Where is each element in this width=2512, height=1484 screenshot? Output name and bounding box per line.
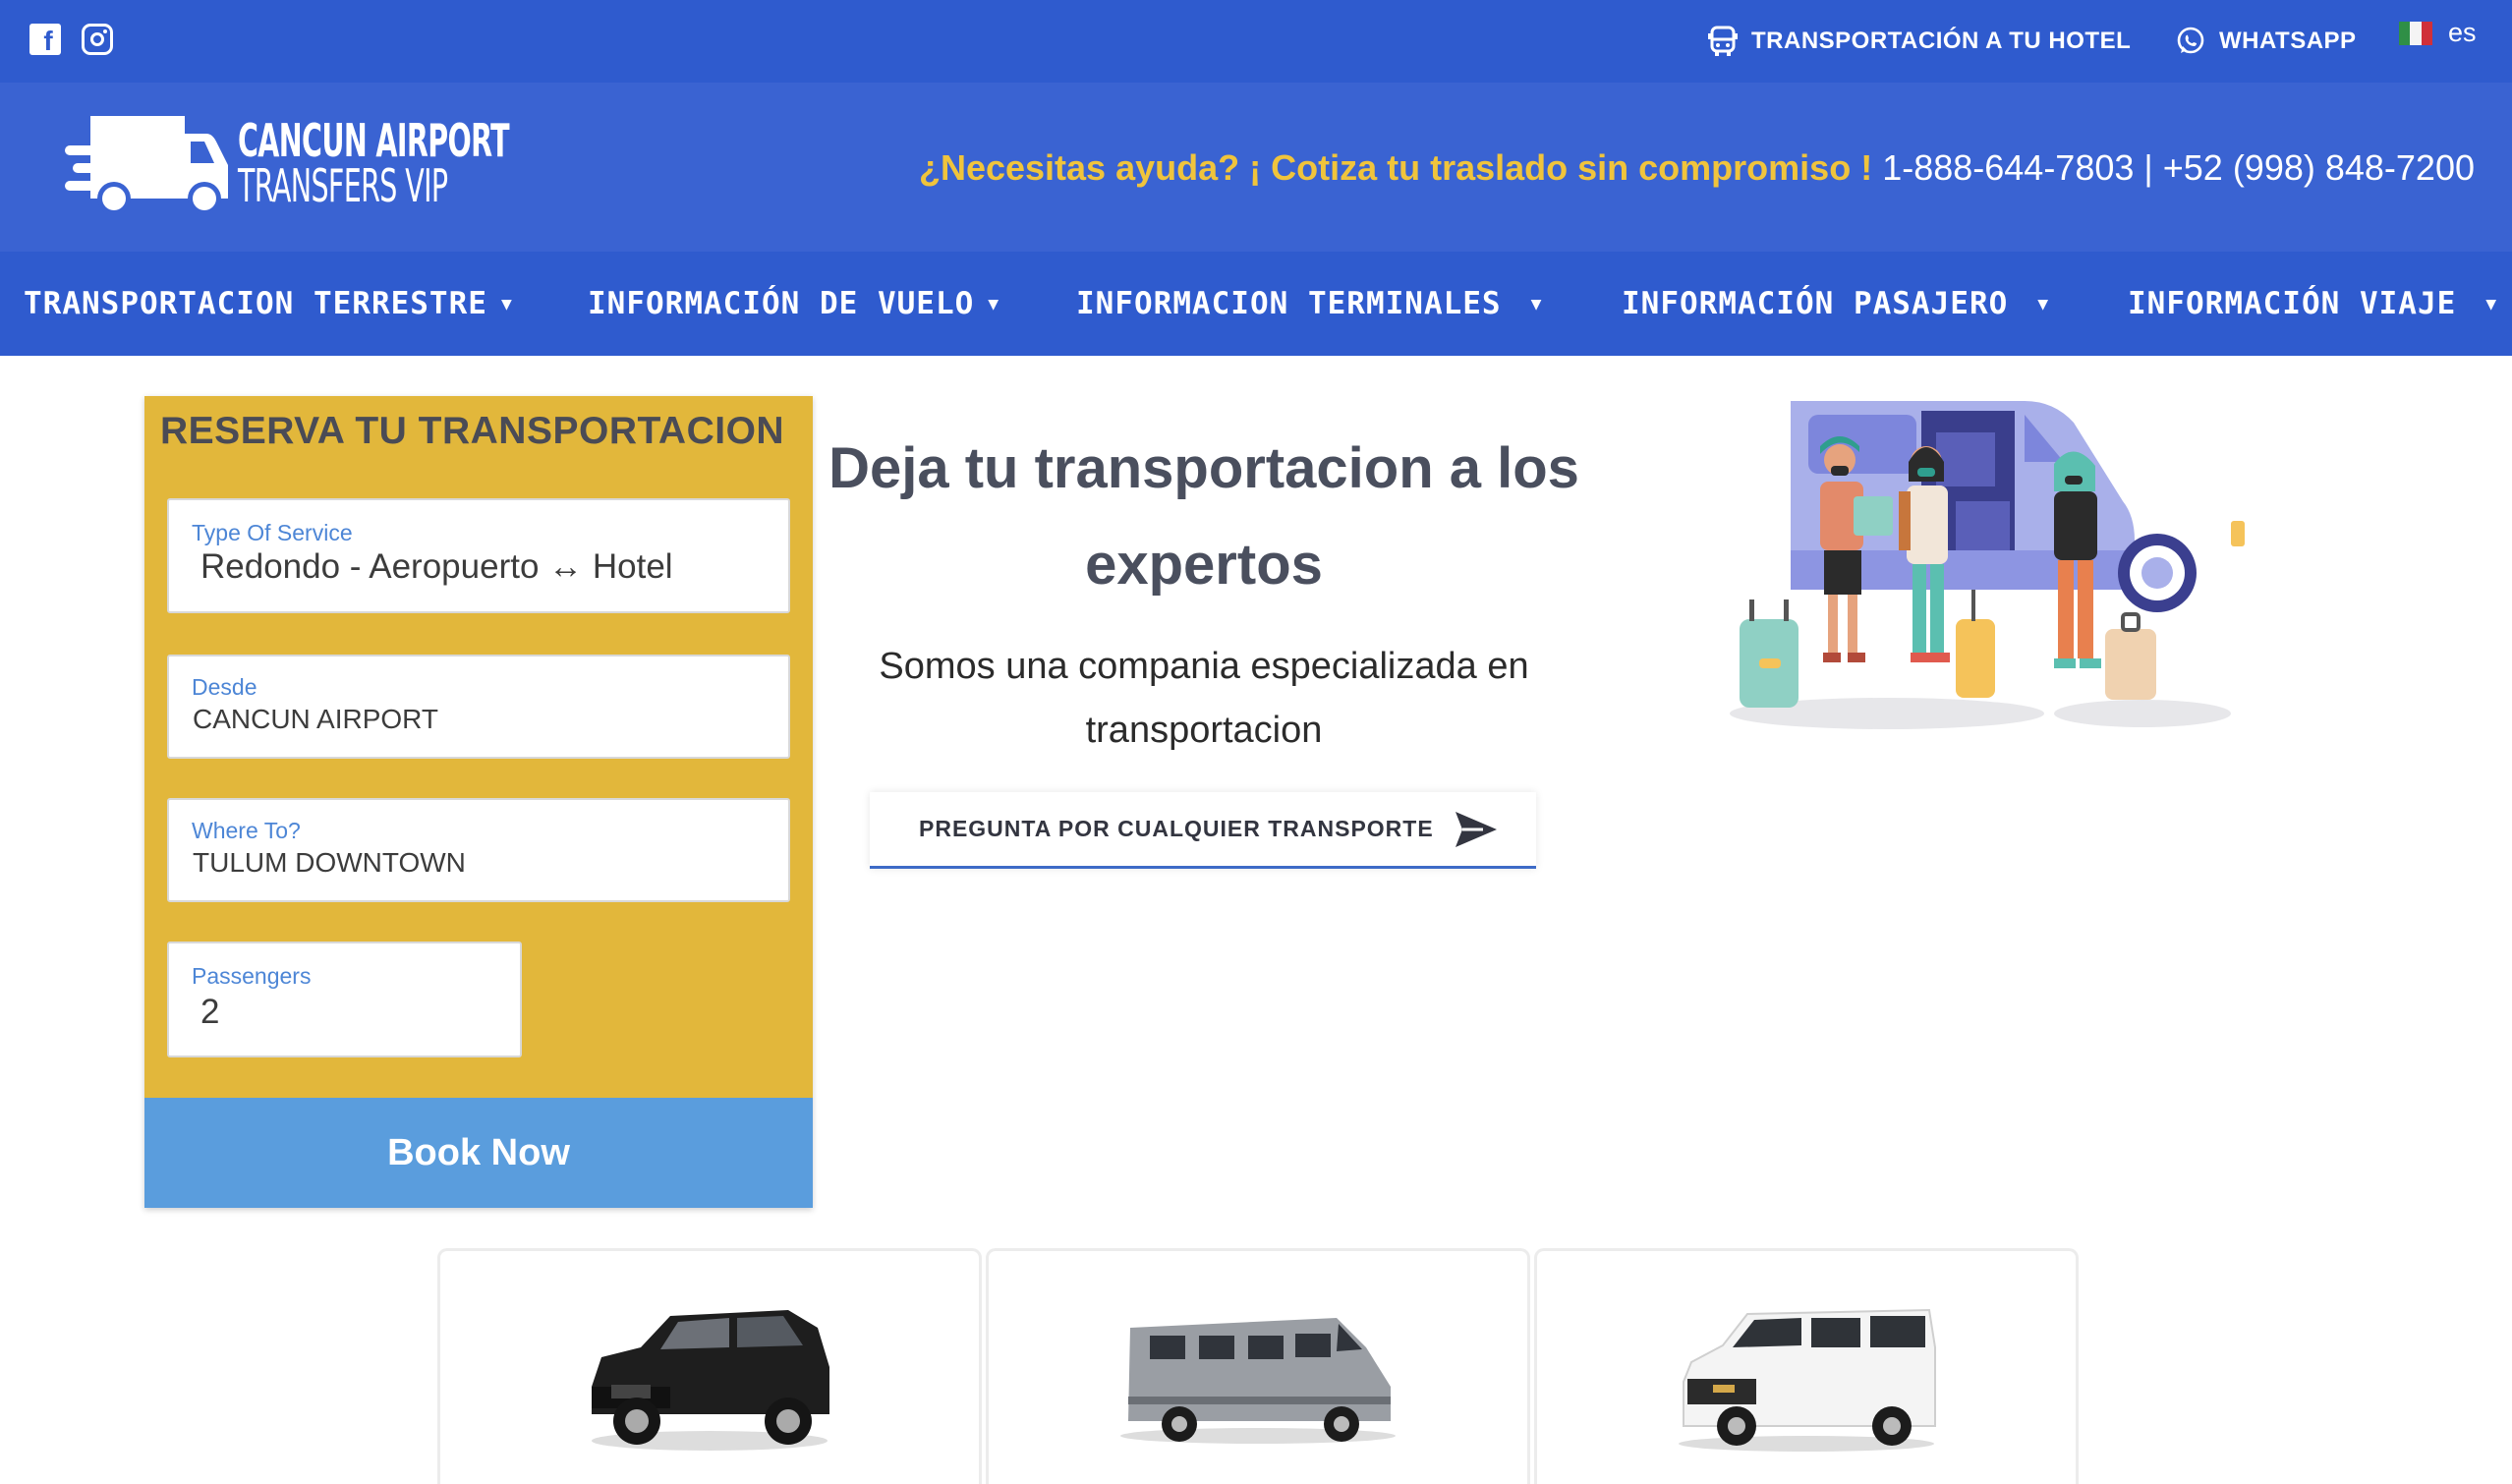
nav-item-transportacion-terrestre[interactable]: TRANSPORTACION TERRESTRE ▼ [24, 252, 513, 356]
bus-icon [1708, 26, 1738, 56]
logo-text: CANCUN AIRPORT TRANSFERS VIP [238, 114, 510, 212]
nav-item-label: INFORMACION TERMINALES [1076, 286, 1502, 321]
suv-image [592, 1310, 829, 1451]
booking-title: RESERVA TU TRANSPORTACION [160, 410, 785, 452]
booking-form: RESERVA TU TRANSPORTACION Type Of Servic… [144, 396, 813, 1208]
instagram-icon[interactable] [82, 24, 113, 55]
facebook-icon[interactable]: f [29, 24, 61, 56]
to-field[interactable]: Where To? TULUM DOWNTOWN [167, 798, 790, 902]
from-field[interactable]: Desde CANCUN AIRPORT [167, 655, 790, 759]
to-value: TULUM DOWNTOWN [193, 847, 466, 878]
travelers-illustration [1730, 401, 2245, 729]
hotel-transport-link[interactable]: TRANSPORTACIÓN A TU HOTEL [1708, 20, 2131, 63]
mexico-flag-icon [2399, 21, 2432, 45]
header: CANCUN AIRPORT TRANSFERS VIP ¿Necesitas … [0, 83, 2512, 252]
nav-item-label: INFORMACIÓN VIAJE [2128, 286, 2457, 321]
nav-item-informacion-pasajero[interactable]: INFORMACIÓN PASAJERO ▼ [1622, 252, 2049, 356]
site-logo[interactable]: CANCUN AIRPORT TRANSFERS VIP [65, 108, 675, 218]
language-selector[interactable]: es [2399, 18, 2477, 48]
help-banner: ¿Necesitas ayuda? ¡ Cotiza tu traslado s… [919, 147, 2475, 189]
help-question: ¿Necesitas ayuda? ¡ Cotiza tu traslado s… [918, 147, 1873, 188]
passengers-label: Passengers [192, 963, 312, 989]
main-nav: TRANSPORTACION TERRESTRE ▼ INFORMACIÓN DE… [0, 252, 2512, 356]
vehicle-card-sprinter[interactable] [986, 1248, 1530, 1484]
vehicle-card-passenger-van[interactable] [1534, 1248, 2079, 1484]
logo-line2: TRANSFERS VIP [238, 159, 448, 212]
help-phones[interactable]: 1-888-644-7803 | +52 (998) 848-7200 [1872, 147, 2475, 188]
whatsapp-link[interactable]: WHATSAPP [2176, 20, 2357, 63]
whatsapp-icon [2177, 27, 2204, 54]
caret-down-icon: ▼ [2485, 293, 2498, 314]
nav-item-label: INFORMACIÓN PASAJERO [1622, 286, 2009, 321]
caret-down-icon: ▼ [2037, 293, 2050, 314]
passenger-van-image [1679, 1308, 1936, 1452]
nav-item-informacion-viaje[interactable]: INFORMACIÓN VIAJE ▼ [2128, 252, 2497, 356]
hotel-transport-label: TRANSPORTACIÓN A TU HOTEL [1751, 28, 2132, 54]
ask-transport-button[interactable]: PREGUNTA POR CUALQUIER TRANSPORTE [870, 792, 1536, 869]
book-now-button[interactable]: Book Now [144, 1098, 813, 1208]
service-type-value: Redondo - Aeropuerto ↔ Hotel [200, 547, 673, 586]
caret-down-icon: ▼ [1530, 293, 1543, 314]
truck-logo-icon [65, 116, 228, 215]
vehicle-card-suv[interactable] [437, 1248, 982, 1484]
nav-item-label: INFORMACIÓN DE VUELO [588, 286, 975, 321]
from-value: CANCUN AIRPORT [193, 704, 438, 734]
nav-item-label: TRANSPORTACION TERRESTRE [24, 286, 487, 321]
nav-item-informacion-vuelo[interactable]: INFORMACIÓN DE VUELO ▼ [588, 252, 999, 356]
caret-down-icon: ▼ [500, 293, 513, 314]
hero-subtitle: Somos una compania especializada en tran… [879, 646, 1529, 751]
ask-transport-label: PREGUNTA POR CUALQUIER TRANSPORTE [919, 816, 1434, 841]
service-type-select[interactable]: Type Of Service Redondo - Aeropuerto ↔ H… [167, 498, 790, 613]
whatsapp-label: WHATSAPP [2219, 28, 2357, 54]
language-label: es [2448, 18, 2477, 47]
caret-down-icon: ▼ [988, 293, 1000, 314]
nav-item-informacion-terminales[interactable]: INFORMACION TERMINALES ▼ [1076, 252, 1542, 356]
logo-line1: CANCUN AIRPORT [238, 114, 510, 167]
sprinter-van-image [1120, 1318, 1396, 1444]
send-arrow-icon [1455, 811, 1497, 847]
to-label: Where To? [192, 818, 301, 843]
passengers-value: 2 [200, 993, 220, 1031]
service-type-label: Type Of Service [192, 520, 353, 545]
top-bar: f TRANSPORTACIÓN A TU HOTEL WHATSAPP es [0, 0, 2512, 83]
from-label: Desde [192, 674, 257, 700]
hero-title: Deja tu transportacion a los expertos [828, 436, 1579, 597]
passengers-field[interactable]: Passengers 2 [167, 942, 522, 1057]
